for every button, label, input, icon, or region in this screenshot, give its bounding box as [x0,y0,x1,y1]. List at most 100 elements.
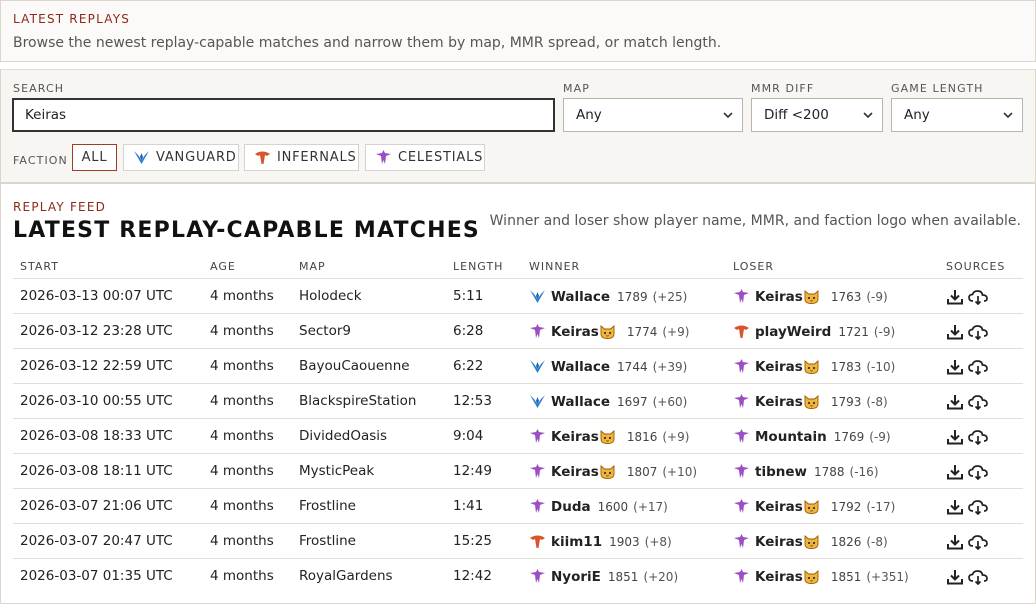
loser-player[interactable]: Keiras 1793 (-8) [733,384,888,419]
table-row[interactable]: 2026-03-07 01:35 UTC 4 months RoyalGardens… [13,558,1023,593]
winner-player[interactable]: Wallace 1744 (+39) [529,349,687,384]
faction-filter-label: INFERNALS [277,150,357,165]
loser-name[interactable]: Keiras [755,350,803,384]
table-row[interactable]: 2026-03-12 23:28 UTC 4 months Sector9 6:28 K… [13,313,1023,348]
winner-player[interactable]: Wallace 1789 (+25) [529,279,687,314]
table-row[interactable]: 2026-03-07 21:06 UTC 4 months Frostline 1:4… [13,488,1023,523]
cloud-download-icon[interactable] [968,394,988,410]
loser-name[interactable]: Keiras [755,525,803,559]
vanguard-logo-icon [530,360,545,373]
download-icon[interactable] [946,499,964,515]
search-input[interactable]: Keiras [12,98,555,132]
match-length: 1:41 [453,498,484,514]
cloud-download-icon[interactable] [968,359,988,375]
mmr-diff-select-value: Diff <200 [764,107,829,123]
winner-name[interactable]: Wallace [551,350,610,384]
start-time: 2026-03-07 20:47 UTC [20,533,173,549]
loser-player[interactable]: Mountain 1769 (-9) [733,419,891,454]
cloud-download-icon[interactable] [968,289,988,305]
winner-player[interactable]: kiim11 1903 (+8) [529,524,672,559]
map-select[interactable]: Any [563,98,743,132]
winner-player[interactable]: Wallace 1697 (+60) [529,384,687,419]
winner-player[interactable]: NyoriE 1851 (+20) [529,559,678,594]
winner-name[interactable]: Keiras [551,455,599,489]
download-icon[interactable] [946,464,964,480]
loser-mmr-delta: (-16) [849,464,879,479]
sources [946,559,992,594]
download-icon[interactable] [946,429,964,445]
cloud-download-icon[interactable] [968,499,988,515]
winner-player[interactable]: Keiras 1816 (+9) [529,419,689,454]
game-length-select[interactable]: Any [891,98,1023,132]
cat-face-icon [804,534,824,549]
table-row[interactable]: 2026-03-08 18:33 UTC 4 months DividedOasis… [13,418,1023,453]
winner-name[interactable]: Keiras [551,315,599,349]
loser-name[interactable]: Keiras [755,280,803,314]
table-row[interactable]: 2026-03-13 00:07 UTC 4 months Holodeck 5:11… [13,278,1023,313]
download-icon[interactable] [946,324,964,340]
loser-player[interactable]: Keiras 1851 (+351) [733,559,909,594]
loser-name[interactable]: Keiras [755,490,803,524]
vanguard-logo-icon [134,151,149,164]
start-time: 2026-03-13 00:07 UTC [20,288,173,304]
loser-mmr-delta: (-8) [866,394,888,409]
winner-name[interactable]: Duda [551,490,591,524]
column-header-sources: SOURCES [946,260,1006,273]
loser-player[interactable]: playWeird 1721 (-9) [733,314,895,349]
loser-name[interactable]: playWeird [755,315,831,349]
loser-mmr: 1769 [833,429,865,444]
map-label: MAP [563,82,590,95]
winner-mmr: 1774 [626,324,658,339]
winner-name[interactable]: kiim11 [551,525,602,559]
cat-face-icon [804,289,824,304]
mmr-diff-select[interactable]: Diff <200 [751,98,883,132]
cloud-download-icon[interactable] [968,569,988,585]
intro-description: Browse the newest replay-capable matches… [13,35,722,51]
faction-filter-celestials[interactable]: CELESTIALS [365,144,485,171]
loser-name[interactable]: tibnew [755,455,807,489]
winner-player[interactable]: Keiras 1774 (+9) [529,314,689,349]
cat-face-icon [804,394,824,409]
table-row[interactable]: 2026-03-12 22:59 UTC 4 months BayouCaouenn… [13,348,1023,383]
winner-name[interactable]: Wallace [551,385,610,419]
celestials-logo-icon [734,534,749,548]
celestials-logo-icon [734,569,749,583]
loser-player[interactable]: Keiras 1783 (-10) [733,349,895,384]
cloud-download-icon[interactable] [968,324,988,340]
loser-player[interactable]: Keiras 1792 (-17) [733,489,895,524]
winner-name[interactable]: Keiras [551,420,599,454]
column-header-loser: LOSER [733,260,774,273]
vanguard-logo-icon [530,290,545,303]
faction-filter-all[interactable]: ALL [72,144,117,171]
column-header-winner: WINNER [529,260,581,273]
match-length: 6:28 [453,323,484,339]
faction-filter-infernals[interactable]: INFERNALS [244,144,359,171]
loser-player[interactable]: Keiras 1826 (-8) [733,524,888,559]
faction-filter-vanguard[interactable]: VANGUARD [123,144,239,171]
table-row[interactable]: 2026-03-10 00:55 UTC 4 months BlackspireSt… [13,383,1023,418]
loser-mmr-delta: (-9) [873,324,896,339]
column-header-start: START [20,260,59,273]
winner-name[interactable]: NyoriE [551,560,601,594]
winner-player[interactable]: Keiras 1807 (+10) [529,454,697,489]
cloud-download-icon[interactable] [968,534,988,550]
winner-name[interactable]: Wallace [551,280,610,314]
table-row[interactable]: 2026-03-07 20:47 UTC 4 months Frostline 15:… [13,523,1023,558]
loser-name[interactable]: Keiras [755,385,803,419]
download-icon[interactable] [946,289,964,305]
loser-name[interactable]: Keiras [755,560,803,594]
cloud-download-icon[interactable] [968,429,988,445]
celestials-logo-icon [734,464,749,478]
loser-player[interactable]: Keiras 1763 (-9) [733,279,888,314]
winner-player[interactable]: Duda 1600 (+17) [529,489,668,524]
loser-name[interactable]: Mountain [755,420,827,454]
table-row[interactable]: 2026-03-08 18:11 UTC 4 months MysticPeak 12… [13,453,1023,488]
download-icon[interactable] [946,359,964,375]
download-icon[interactable] [946,534,964,550]
filters-panel: SEARCH Keiras MAP Any MMR DIFF Diff <200… [0,69,1036,183]
download-icon[interactable] [946,394,964,410]
download-icon[interactable] [946,569,964,585]
loser-mmr-delta: (+351) [866,569,909,584]
cloud-download-icon[interactable] [968,464,988,480]
loser-player[interactable]: tibnew 1788 (-16) [733,454,879,489]
